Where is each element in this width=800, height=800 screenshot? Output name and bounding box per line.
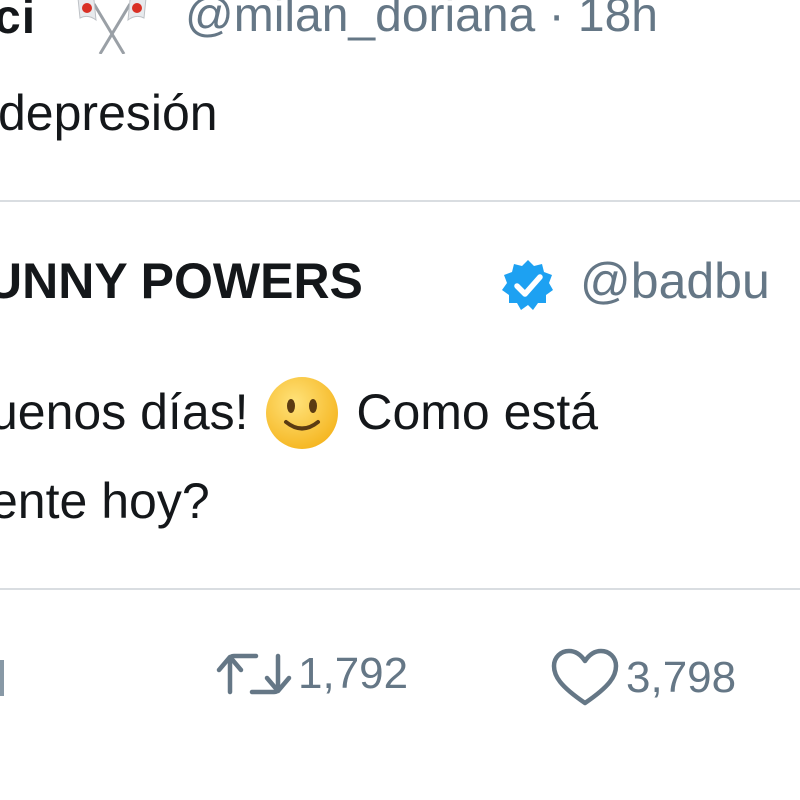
quoted-text-line1: uenos días! Como está <box>0 375 598 451</box>
quoted-display-name[interactable]: UNNY POWERS <box>0 252 363 310</box>
tweet-text: depresión <box>0 85 218 141</box>
quoted-text-start: uenos días! <box>0 384 249 440</box>
quoted-handle[interactable]: @badbu <box>580 252 770 310</box>
divider <box>0 588 800 590</box>
like-button[interactable]: 3,798 <box>550 648 736 708</box>
tweet-handle[interactable]: @milan_doriana · 18h <box>185 0 658 43</box>
retweet-button[interactable]: 1,792 <box>216 648 408 700</box>
quoted-text-end: Como está <box>356 384 599 440</box>
verified-badge-icon <box>500 257 556 313</box>
heart-icon <box>551 648 619 706</box>
tweet[interactable]: ci @milan_doriana · 18h depresión <box>0 0 800 200</box>
crossed-flags-icon <box>72 0 152 55</box>
quoted-text-line2: ente hoy? <box>0 473 210 529</box>
divider <box>0 200 800 202</box>
reply-icon[interactable] <box>0 660 4 696</box>
like-count: 3,798 <box>626 653 737 702</box>
slightly-smiling-face-emoji <box>264 375 340 451</box>
retweet-icon <box>216 653 292 695</box>
tweet-display-name[interactable]: ci <box>0 0 36 45</box>
retweet-count: 1,792 <box>298 649 409 698</box>
